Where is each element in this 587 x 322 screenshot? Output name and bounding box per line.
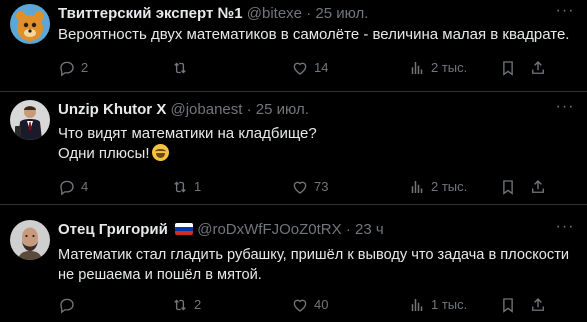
- reply-button[interactable]: 4: [58, 177, 88, 197]
- share-icon: [532, 180, 544, 193]
- author-name[interactable]: Твиттерский эксперт №1: [58, 5, 243, 22]
- author-handle[interactable]: @bitexe: [247, 5, 302, 22]
- retweet-icon: [174, 299, 186, 311]
- tweet-actions: 2 40 1 тыс.: [58, 295, 578, 315]
- views-count: 2 тыс.: [431, 179, 468, 194]
- tweet-text: Что видят математики на кладбище? Одни п…: [58, 124, 573, 164]
- retweet-count: 2: [194, 297, 202, 312]
- retweet-icon: [174, 62, 186, 74]
- views-icon: [411, 299, 423, 311]
- views-button[interactable]: 2 тыс.: [408, 177, 467, 197]
- reply-button[interactable]: [58, 295, 81, 315]
- share-button[interactable]: [529, 58, 547, 78]
- views-icon: [411, 181, 423, 193]
- bookmark-icon: [503, 298, 513, 313]
- like-count: 40: [314, 297, 329, 312]
- retweet-button[interactable]: 1: [171, 177, 201, 197]
- bookmark-icon: [503, 61, 513, 76]
- bookmark-button[interactable]: [499, 295, 517, 315]
- share-button[interactable]: [529, 177, 547, 197]
- reply-count: 4: [81, 179, 89, 194]
- tweet-header: Отец Григорий @roDxWfFJOoZ0tRX · 23 ч: [58, 220, 384, 240]
- author-name[interactable]: Отец Григорий: [58, 221, 168, 238]
- tweet-actions: 4 1 73 2 тыс.: [58, 177, 578, 197]
- reply-button[interactable]: 2: [58, 58, 88, 78]
- separator-dot: ·: [306, 5, 312, 22]
- timestamp[interactable]: 23 ч: [355, 221, 384, 238]
- tweet-text-body: Что видят математики на кладбище? Одни п…: [58, 125, 317, 162]
- tweet[interactable]: Unzip Khutor X @jobanest · 25 июл. ··· Ч…: [0, 92, 587, 205]
- share-icon: [532, 298, 544, 311]
- reply-icon: [60, 298, 74, 314]
- separator-dot: ·: [345, 221, 351, 238]
- views-icon: [411, 62, 423, 74]
- share-icon: [532, 61, 544, 74]
- author-handle[interactable]: @jobanest: [171, 101, 243, 118]
- tweet-header: Твиттерский эксперт №1 @bitexe · 25 июл.: [58, 4, 368, 24]
- author-name[interactable]: Unzip Khutor X: [58, 101, 166, 118]
- avatar[interactable]: [10, 4, 50, 44]
- like-button[interactable]: 14: [291, 58, 328, 78]
- timestamp[interactable]: 25 июл.: [315, 5, 368, 22]
- reply-icon: [60, 180, 74, 196]
- bookmark-button[interactable]: [499, 58, 517, 78]
- like-button[interactable]: 73: [291, 177, 328, 197]
- retweet-button[interactable]: [171, 58, 194, 78]
- laughing-emoji-icon: [151, 144, 169, 161]
- avatar[interactable]: [10, 220, 50, 260]
- views-count: 1 тыс.: [431, 297, 468, 312]
- share-button[interactable]: [529, 295, 547, 315]
- bookmark-icon: [503, 180, 513, 195]
- reply-icon: [60, 61, 74, 77]
- views-button[interactable]: 2 тыс.: [408, 58, 467, 78]
- tweet-actions: 2 14 2 тыс.: [58, 58, 578, 78]
- russian-flag-icon: [175, 223, 194, 235]
- views-count: 2 тыс.: [431, 60, 468, 75]
- like-button[interactable]: 40: [291, 295, 328, 315]
- like-count: 14: [314, 60, 329, 75]
- more-icon[interactable]: ···: [555, 3, 575, 25]
- avatar[interactable]: [10, 100, 50, 140]
- tweet-text: Вероятность двух математиков в самолёте …: [58, 26, 570, 43]
- timestamp[interactable]: 25 июл.: [256, 101, 309, 118]
- heart-icon: [293, 299, 307, 312]
- retweet-button[interactable]: 2: [171, 295, 201, 315]
- heart-icon: [293, 62, 307, 75]
- heart-icon: [293, 181, 307, 194]
- tweet-header: Unzip Khutor X @jobanest · 25 июл.: [58, 100, 309, 120]
- more-icon[interactable]: ···: [555, 99, 575, 121]
- bookmark-button[interactable]: [499, 177, 517, 197]
- like-count: 73: [314, 179, 329, 194]
- tweet[interactable]: Отец Григорий @roDxWfFJOoZ0tRX · 23 ч ··…: [0, 205, 587, 322]
- more-icon[interactable]: ···: [555, 219, 575, 241]
- views-button[interactable]: 1 тыс.: [408, 295, 467, 315]
- reply-count: 2: [81, 60, 89, 75]
- tweet-text: Математик стал гладить рубашку, пришёл к…: [58, 247, 570, 283]
- tweet[interactable]: Твиттерский эксперт №1 @bitexe · 25 июл.…: [0, 0, 587, 92]
- retweet-count: 1: [194, 179, 202, 194]
- separator-dot: ·: [246, 101, 252, 118]
- retweet-icon: [174, 181, 186, 193]
- author-handle[interactable]: @roDxWfFJOoZ0tRX: [197, 221, 341, 238]
